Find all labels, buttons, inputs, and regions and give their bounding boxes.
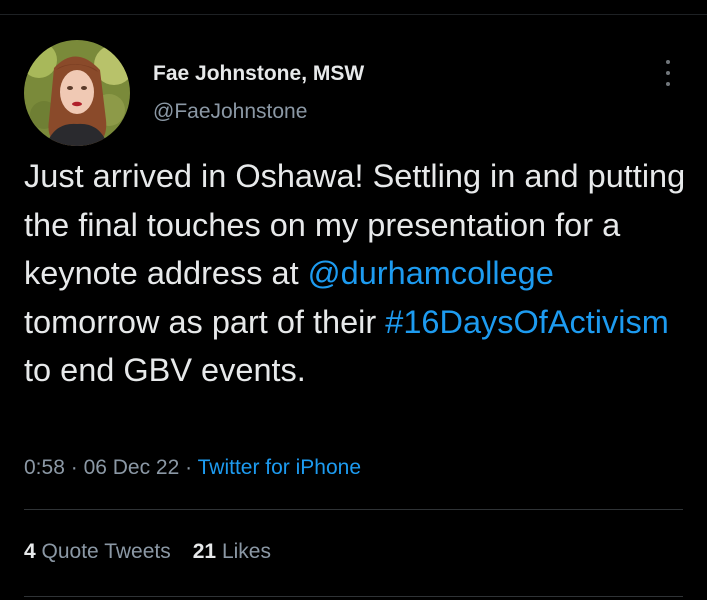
separator: · bbox=[70, 456, 78, 479]
dot bbox=[666, 82, 670, 86]
tweet-stats: 4 Quote Tweets 21 Likes bbox=[24, 540, 271, 564]
separator: · bbox=[185, 456, 193, 479]
likes-count: 21 bbox=[192, 540, 217, 563]
tweet-time[interactable]: 0:58 bbox=[24, 456, 65, 479]
likes-stat[interactable]: 21 Likes bbox=[193, 540, 271, 563]
author-name[interactable]: Fae Johnstone, MSW bbox=[153, 62, 364, 86]
tweet-text-part: tomorrow as part of their bbox=[24, 303, 386, 340]
more-options-icon[interactable] bbox=[658, 58, 678, 88]
hashtag-link[interactable]: #16DaysOfActivism bbox=[385, 304, 669, 340]
profile-photo bbox=[24, 40, 130, 146]
dot bbox=[666, 71, 670, 75]
tweet-text: Just arrived in Oshawa! Settling in and … bbox=[24, 152, 689, 395]
avatar[interactable] bbox=[24, 40, 130, 146]
divider bbox=[24, 596, 683, 597]
quote-label: Quote Tweets bbox=[41, 540, 171, 563]
tweet-meta: 0:58 · 06 Dec 22 · Twitter for iPhone bbox=[24, 456, 361, 480]
likes-label: Likes bbox=[221, 540, 271, 563]
quote-tweets-stat[interactable]: 4 Quote Tweets bbox=[24, 540, 171, 563]
quote-count: 4 bbox=[24, 540, 36, 563]
tweet-date[interactable]: 06 Dec 22 bbox=[84, 456, 180, 479]
tweet-source[interactable]: Twitter for iPhone bbox=[198, 456, 361, 479]
top-divider bbox=[0, 14, 707, 15]
tweet-text-part: to end GBV events. bbox=[24, 352, 306, 389]
dot bbox=[666, 60, 670, 64]
divider bbox=[24, 509, 683, 510]
mention-link[interactable]: @durhamcollege bbox=[308, 255, 554, 291]
author-handle[interactable]: @FaeJohnstone bbox=[153, 100, 307, 124]
